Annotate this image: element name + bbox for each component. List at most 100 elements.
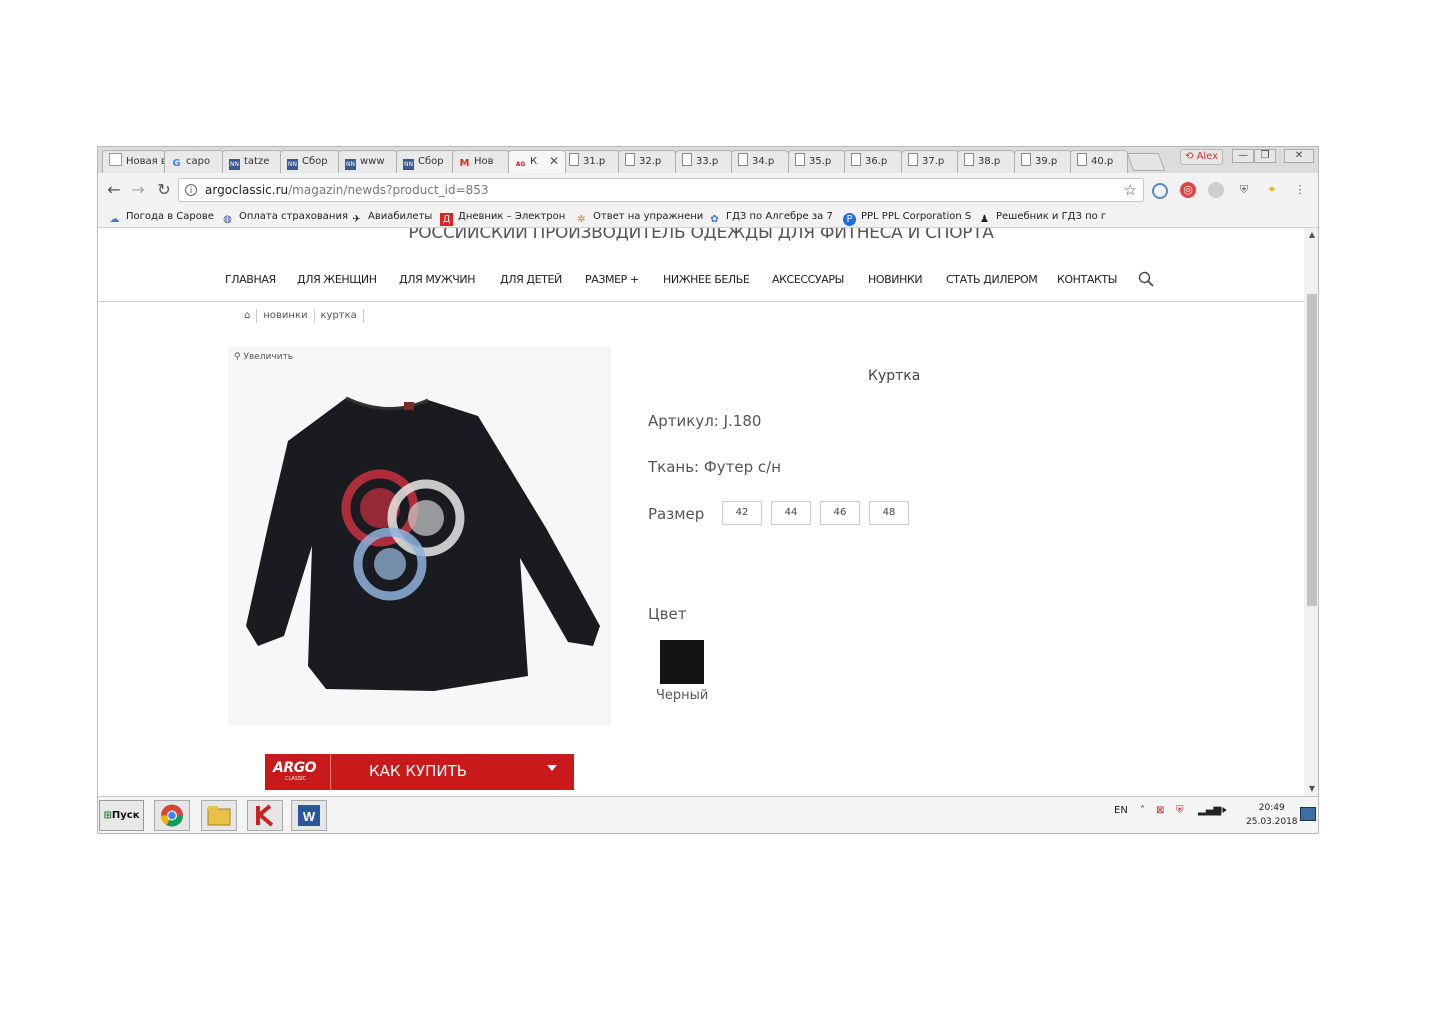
menu-item[interactable]: НОВИНКИ [868,273,923,286]
start-label: Пуск [111,810,140,821]
new-tab-button[interactable] [1126,153,1166,171]
minimize-button[interactable]: — [1232,149,1254,163]
browser-tab[interactable]: NN Сбор [280,150,340,173]
color-swatch-black[interactable] [660,640,704,684]
start-button[interactable]: ⊞Пуск [99,800,144,831]
menu-dots-icon[interactable]: ⋮ [1292,182,1308,198]
search-icon[interactable] [1138,271,1154,287]
word-taskbar-icon[interactable]: W [291,800,327,831]
tray-volume-icon[interactable]: 🕪 [1220,805,1226,816]
browser-tab[interactable]: 31.p [562,150,620,173]
browser-tab[interactable]: 35.p [788,150,846,173]
doc-icon [682,153,692,166]
tray-security-icon[interactable]: ⛨ [1176,805,1184,816]
chrome-taskbar-icon[interactable] [154,800,190,831]
browser-tab[interactable]: 37.p [901,150,959,173]
restore-button[interactable]: ❐ [1254,149,1276,163]
product-photo[interactable] [228,346,611,726]
bookmark-weather[interactable]: ☁ Погода в Сарове [108,209,214,226]
url-domain: argoclassic.ru [205,183,289,197]
browser-tab[interactable]: 38.p [957,150,1015,173]
scroll-down-icon[interactable]: ▼ [1304,782,1318,796]
scroll-up-icon[interactable]: ▲ [1304,228,1318,242]
weather-icon: ☁ [109,214,120,225]
menu-item[interactable]: ДЛЯ ЖЕНЩИН [297,273,377,286]
tab-label: Сбор [418,156,444,167]
menu-item[interactable]: КОНТАКТЫ [1057,273,1117,286]
doc-icon [1021,153,1031,166]
browser-tab[interactable]: Новая вк [102,150,166,173]
system-clock[interactable]: 20:49 25.03.2018 [1246,801,1298,829]
url-text: argoclassic.ru/magazin/newds?product_id=… [205,179,489,201]
breadcrumb: ⌂ новинки куртка [238,309,364,323]
doc-icon [625,153,635,166]
tray-expand-icon[interactable]: ˄ [1140,805,1145,816]
zoom-link[interactable]: ⚲ Увеличить [234,352,293,362]
close-tab-icon[interactable]: ✕ [549,151,559,172]
browser-tab[interactable]: Gсаро [164,150,224,173]
back-icon[interactable]: ← [104,180,124,200]
kaspersky-taskbar-icon[interactable] [247,800,283,831]
browser-tab[interactable]: 32.p [618,150,676,173]
browser-tab[interactable]: 34.p [731,150,789,173]
bookmark-gdz-algebra[interactable]: ✿ ГДЗ по Алгебре за 7 [708,209,833,226]
url-path: /magazin/newds?product_id=853 [288,183,489,197]
extension-gray-icon[interactable] [1208,182,1224,198]
size-option[interactable]: 48 [869,501,909,525]
profile-name: Alex [1196,151,1219,162]
info-icon[interactable]: i [185,184,197,196]
breadcrumb-kurtka[interactable]: куртка [315,309,364,323]
browser-tab[interactable]: 39.p [1014,150,1072,173]
size-option[interactable]: 44 [771,501,811,525]
page-scrollbar[interactable]: ▲ ▼ [1304,228,1318,796]
bookmark-star-icon[interactable]: ☆ [1124,179,1137,201]
browser-tab[interactable]: NN www [338,150,398,173]
language-indicator[interactable]: EN [1114,805,1128,816]
bookmark-reshebnik[interactable]: ♟ Решебник и ГДЗ по г [978,209,1106,226]
bookmark-insurance[interactable]: ◍ Оплата страхования [221,209,348,226]
tray-network-icon[interactable]: ⊠ [1156,805,1164,816]
tray-signal-icon[interactable]: ▂▄▆ [1198,805,1221,816]
bookmark-ppl[interactable]: P PPL PPL Corporation S [843,209,971,226]
size-option[interactable]: 42 [722,501,762,525]
browser-tab[interactable]: M Нов [452,150,510,173]
breadcrumb-novinki[interactable]: новинки [257,309,315,323]
tab-label: 31.p [583,156,606,167]
logo-text: ARGO [273,760,317,776]
menu-item[interactable]: СТАТЬ ДИЛЕРОМ [946,273,1038,286]
address-bar[interactable]: i argoclassic.ru/magazin/newds?product_i… [178,178,1144,202]
browser-tab[interactable]: NN tatze [222,150,282,173]
menu-item[interactable]: ДЛЯ МУЖЧИН [399,273,475,286]
scroll-thumb[interactable] [1307,294,1317,606]
menu-item[interactable]: ГЛАВНАЯ [225,273,276,286]
how-to-buy-label: КАК КУПИТЬ [369,762,468,780]
profile-button[interactable]: ⟲ Alex [1180,149,1224,165]
browser-tab[interactable]: 33.p [675,150,733,173]
bookmark-label: Решебник и ГДЗ по г [996,211,1107,222]
menu-item[interactable]: НИЖНЕЕ БЕЛЬЕ [663,273,750,286]
menu-item[interactable]: РАЗМЕР + [585,273,639,286]
bookmark-exercises[interactable]: ✲ Ответ на упражнени [575,209,703,226]
doc-icon [795,153,805,166]
close-window-button[interactable]: ✕ [1284,149,1314,163]
menu-item[interactable]: АКСЕССУАРЫ [772,273,844,286]
extension-shield-icon[interactable]: ⛨ [1236,182,1252,198]
how-to-buy-banner[interactable]: ARGO CLASSIC КАК КУПИТЬ [265,754,574,790]
bookmark-flights[interactable]: ✈ Авиабилеты [350,209,432,226]
browser-tab[interactable]: 36.p [844,150,902,173]
show-desktop-icon[interactable] [1300,807,1316,821]
home-icon[interactable]: ⌂ [238,309,258,323]
size-option[interactable]: 46 [820,501,860,525]
browser-tab[interactable]: NN Сбор [396,150,456,173]
forward-icon[interactable]: → [128,180,148,200]
extension-target-icon[interactable]: ◎ [1180,182,1196,198]
extension-drive-icon[interactable] [1152,183,1168,199]
reload-icon[interactable]: ↻ [154,180,174,200]
explorer-taskbar-icon[interactable] [201,800,237,831]
extension-bulb-icon[interactable]: ✦ [1264,182,1280,198]
browser-tab[interactable]: AG К ✕ [508,150,566,173]
bookmark-diary[interactable]: Д Дневник – Электрон [440,209,565,226]
zoom-label: Увеличить [243,352,294,362]
browser-tab[interactable]: 40.p [1070,150,1128,173]
menu-item[interactable]: ДЛЯ ДЕТЕЙ [500,273,562,286]
